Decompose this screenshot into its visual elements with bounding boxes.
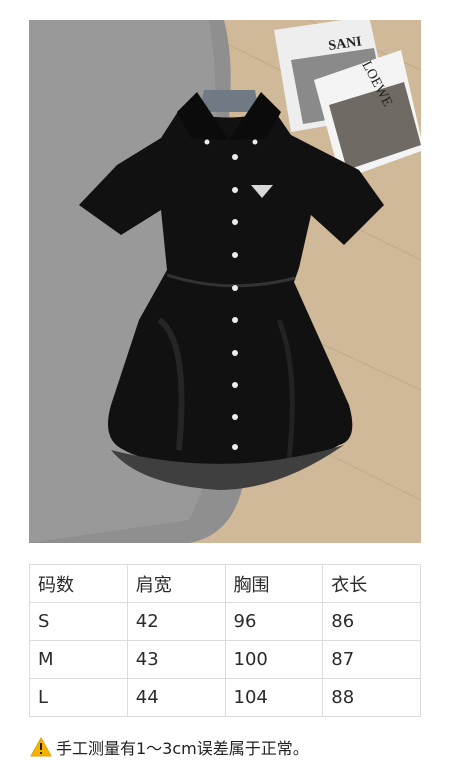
table-cell: 96 [224,602,324,641]
table-cell: L [29,678,128,717]
table-cell: 100 [224,640,324,679]
table-cell: 44 [126,678,226,717]
table-row: L 44 104 88 [29,678,421,717]
table-cell: 86 [322,602,421,641]
warning-icon [30,736,52,757]
measurement-note: 手工测量有1～3cm误差属于正常。 [30,735,309,759]
table-header-cell: 胸围 [224,564,324,603]
table-header-cell: 码数 [29,564,128,603]
table-cell: S [29,602,128,641]
table-cell: 87 [322,640,421,679]
table-header-row: 码数 肩宽 胸围 衣长 [29,564,421,603]
table-cell: M [29,640,128,679]
size-table: 码数 肩宽 胸围 衣长 S 42 96 86 M 43 100 87 L 44 … [29,564,421,717]
table-cell: 43 [126,640,226,679]
table-row: M 43 100 87 [29,640,421,679]
table-header-cell: 衣长 [322,564,421,603]
product-photo[interactable]: SANI LOEWE [29,20,421,543]
note-text: 手工测量有1～3cm误差属于正常。 [56,739,309,758]
table-row: S 42 96 86 [29,602,421,641]
table-header-cell: 肩宽 [126,564,226,603]
table-cell: 88 [322,678,421,717]
table-cell: 104 [224,678,324,717]
table-cell: 42 [126,602,226,641]
product-photo-illustration: SANI LOEWE [29,20,421,543]
